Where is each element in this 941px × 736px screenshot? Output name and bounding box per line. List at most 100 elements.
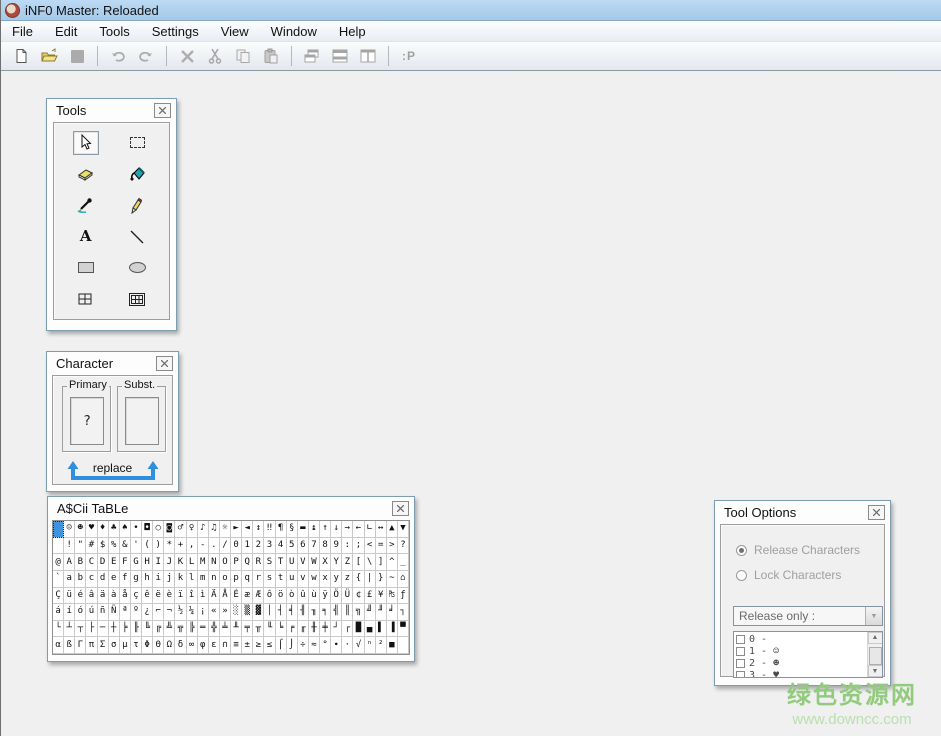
ascii-cell[interactable]: Ω [164, 637, 175, 654]
ascii-cell[interactable]: Å [220, 588, 231, 605]
ascii-cell[interactable]: ╟ [131, 621, 142, 638]
ascii-cell[interactable] [53, 538, 64, 555]
menu-settings[interactable]: Settings [141, 22, 210, 41]
ascii-cell[interactable]: v [298, 571, 309, 588]
ascii-cell[interactable]: < [365, 538, 376, 555]
ascii-cell[interactable]: ╪ [320, 621, 331, 638]
ascii-cell[interactable]: ♥ [86, 521, 97, 538]
tool-line[interactable] [124, 225, 150, 249]
ascii-cell[interactable]: ╤ [242, 621, 253, 638]
ascii-cell[interactable]: x [320, 571, 331, 588]
ascii-cell[interactable]: Γ [75, 637, 86, 654]
tool-table-double[interactable] [124, 287, 150, 311]
ascii-cell[interactable]: ↨ [309, 521, 320, 538]
ascii-cell[interactable]: N [209, 554, 220, 571]
ascii-cell[interactable]: Σ [98, 637, 109, 654]
tile-vertical-button[interactable] [356, 45, 380, 67]
ascii-cell[interactable]: l [187, 571, 198, 588]
menu-file[interactable]: File [1, 22, 44, 41]
ascii-cell[interactable]: ║ [342, 604, 353, 621]
ascii-cell[interactable]: m [198, 571, 209, 588]
ascii-cell[interactable]: ▓ [253, 604, 264, 621]
smiley-button[interactable]: :P [397, 45, 421, 67]
ascii-cell[interactable]: . [209, 538, 220, 555]
ascii-cell[interactable]: p [231, 571, 242, 588]
new-document-button[interactable] [9, 45, 33, 67]
tool-rectangle[interactable] [73, 256, 99, 280]
ascii-cell[interactable]: D [98, 554, 109, 571]
list-item[interactable]: 0 - [734, 633, 867, 645]
ascii-cell[interactable]: ö [276, 588, 287, 605]
ascii-cell[interactable]: │ [264, 604, 275, 621]
ascii-cell[interactable]: Ç [53, 588, 64, 605]
ascii-cell[interactable]: ⌂ [398, 571, 409, 588]
tool-options-titlebar[interactable]: Tool Options [715, 501, 890, 524]
ascii-cell[interactable]: ↓ [331, 521, 342, 538]
ascii-cell[interactable]: ÿ [320, 588, 331, 605]
ascii-cell[interactable]: é [75, 588, 86, 605]
ascii-cell[interactable]: 1 [242, 538, 253, 555]
ascii-cell[interactable]: E [109, 554, 120, 571]
ascii-cell[interactable]: ↑ [320, 521, 331, 538]
ascii-cell[interactable]: « [209, 604, 220, 621]
menu-view[interactable]: View [210, 22, 260, 41]
ascii-cell[interactable]: ↔ [376, 521, 387, 538]
ascii-cell[interactable]: ¶ [276, 521, 287, 538]
ascii-cell[interactable]: w [309, 571, 320, 588]
ascii-cell[interactable]: K [175, 554, 186, 571]
checkbox[interactable] [736, 647, 745, 656]
ascii-cell[interactable]: ÷ [298, 637, 309, 654]
ascii-cell[interactable]: Q [242, 554, 253, 571]
ascii-cell[interactable]: C [86, 554, 97, 571]
ascii-cell[interactable]: ½ [175, 604, 186, 621]
ascii-cell[interactable]: # [86, 538, 97, 555]
ascii-cell[interactable]: ◄ [242, 521, 253, 538]
menu-window[interactable]: Window [260, 22, 328, 41]
ascii-cell[interactable]: ┘ [331, 621, 342, 638]
ascii-cell[interactable]: Ñ [109, 604, 120, 621]
ascii-cell[interactable]: ª [120, 604, 131, 621]
ascii-cell[interactable]: £ [365, 588, 376, 605]
ascii-cell[interactable]: ^ [387, 554, 398, 571]
ascii-cell[interactable]: q [242, 571, 253, 588]
ascii-cell[interactable]: ╕ [320, 604, 331, 621]
ascii-cell[interactable]: ─ [98, 621, 109, 638]
ascii-cell[interactable]: ○ [153, 521, 164, 538]
ascii-cell[interactable]: ░ [231, 604, 242, 621]
ascii-cell[interactable]: O [220, 554, 231, 571]
ascii-cell[interactable]: ⌠ [276, 637, 287, 654]
open-button[interactable] [37, 45, 61, 67]
tool-select-arrow[interactable] [73, 131, 99, 155]
ascii-cell[interactable]: ╬ [209, 621, 220, 638]
ascii-cell[interactable]: Ä [209, 588, 220, 605]
ascii-cell[interactable]: ° [320, 637, 331, 654]
ascii-cell[interactable]: ▼ [398, 521, 409, 538]
ascii-cell[interactable]: i [153, 571, 164, 588]
ascii-cell[interactable]: ⌐ [153, 604, 164, 621]
ascii-cell[interactable]: } [376, 571, 387, 588]
list-item[interactable]: 1 - ☺ [734, 645, 867, 657]
ascii-cell[interactable]: ╨ [231, 621, 242, 638]
tile-horizontal-button[interactable] [328, 45, 352, 67]
tool-pencil[interactable] [124, 193, 150, 217]
ascii-cell[interactable]: 4 [276, 538, 287, 555]
ascii-cell[interactable]: à [109, 588, 120, 605]
ascii-cell[interactable]: ñ [98, 604, 109, 621]
ascii-cell[interactable]: ~ [387, 571, 398, 588]
ascii-cell[interactable]: ù [309, 588, 320, 605]
menu-tools[interactable]: Tools [88, 22, 140, 41]
ascii-cell[interactable]: ╥ [253, 621, 264, 638]
ascii-cell[interactable]: { [353, 571, 364, 588]
delete-button[interactable] [175, 45, 199, 67]
ascii-cell[interactable]: ▌ [376, 621, 387, 638]
ascii-cell[interactable]: / [220, 538, 231, 555]
ascii-cell[interactable]: ♫ [209, 521, 220, 538]
ascii-cell[interactable]: α [53, 637, 64, 654]
ascii-cell[interactable]: ê [142, 588, 153, 605]
ascii-cell[interactable]: ╘ [276, 621, 287, 638]
ascii-cell[interactable]: ƒ [398, 588, 409, 605]
ascii-cell[interactable]: æ [242, 588, 253, 605]
ascii-cell[interactable]: ▒ [242, 604, 253, 621]
ascii-cell[interactable]: F [120, 554, 131, 571]
ascii-cell[interactable]: d [98, 571, 109, 588]
